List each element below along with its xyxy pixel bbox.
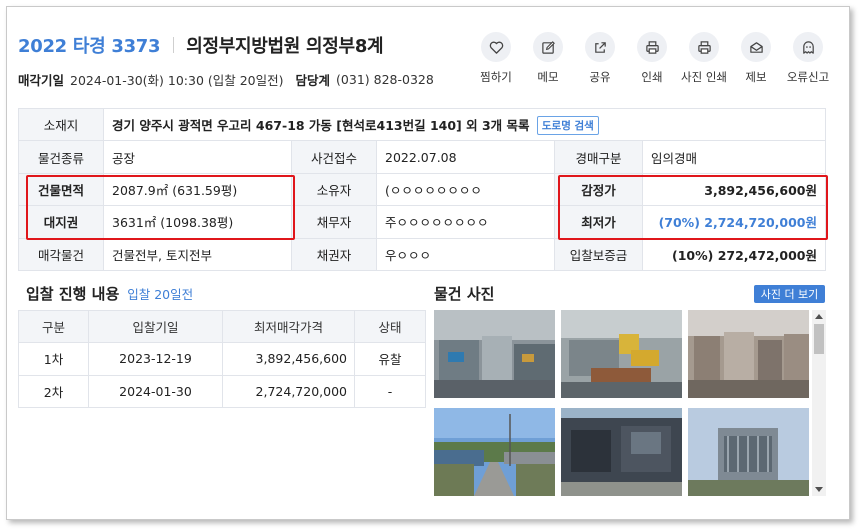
owner-label: 소유자 — [291, 172, 377, 207]
photo-gallery — [434, 310, 826, 496]
bid-price: 2,724,720,000 — [222, 374, 355, 408]
received-value: 2022.07.08 — [376, 140, 555, 174]
manager-label: 담당계 — [295, 73, 331, 88]
court-name: 의정부지방법원 의정부8계 — [186, 36, 384, 57]
bid-days-left: 입찰 20일전 — [127, 287, 194, 302]
price-highlight-box — [558, 175, 828, 240]
error-report-button[interactable]: 오류신고 — [782, 32, 834, 85]
area-highlight-box — [26, 175, 295, 240]
sale-object-label: 매각물건 — [18, 237, 104, 271]
photo-scrollbar[interactable] — [812, 310, 826, 496]
col-date: 입찰기일 — [88, 309, 223, 344]
sale-object-value: 건물전부, 토지전부 — [103, 237, 292, 271]
memo-label: 메모 — [537, 70, 559, 84]
bid-date: 2024-01-30 — [88, 374, 223, 408]
manager-phone: (031) 828-0328 — [336, 72, 434, 87]
favorite-label: 찜하기 — [480, 70, 512, 84]
col-round: 구분 — [18, 309, 89, 344]
type-label: 물건종류 — [18, 140, 104, 174]
auction-date-label: 매각기일 — [18, 73, 65, 88]
property-photo[interactable] — [688, 310, 809, 398]
photo-print-button[interactable]: 사진 인쇄 — [678, 32, 730, 85]
bid-round: 2차 — [18, 374, 89, 408]
favorite-button[interactable]: 찜하기 — [470, 32, 522, 85]
auction-date-value: 2024-01-30(화) 10:30 (입찰 20일전) — [70, 73, 284, 88]
scroll-up-icon[interactable] — [815, 314, 823, 319]
deposit-label: 입찰보증금 — [554, 237, 643, 271]
property-photo[interactable] — [561, 310, 682, 398]
road-name-search-button[interactable]: 도로명 검색 — [536, 115, 599, 135]
bid-history-title: 입찰 진행 내용 — [26, 285, 120, 303]
more-photos-button[interactable]: 사진 더 보기 — [754, 285, 825, 303]
table-row: 1차 2023-12-19 3,892,456,600 유찰 — [18, 342, 426, 376]
debtor-label: 채무자 — [291, 205, 377, 239]
photo-print-label: 사진 인쇄 — [681, 70, 727, 84]
bid-status: - — [354, 374, 426, 408]
creditor-label: 채권자 — [291, 237, 377, 271]
creditor-value: 우ㅇㅇㅇ — [376, 237, 555, 271]
case-number[interactable]: 2022 타경 3373 — [18, 32, 161, 58]
property-photo[interactable] — [434, 310, 555, 398]
print-button[interactable]: 인쇄 — [626, 32, 678, 85]
memo-icon — [533, 32, 563, 62]
col-min-price: 최저매각가격 — [222, 309, 355, 344]
debtor-value: 주ㅇㅇㅇㅇㅇㅇㅇㅇ — [376, 205, 555, 239]
property-photo[interactable] — [688, 408, 809, 496]
type-value: 공장 — [103, 140, 292, 174]
owner-value: (ㅇㅇㅇㅇㅇㅇㅇㅇ — [376, 172, 555, 207]
bid-date: 2023-12-19 — [88, 342, 223, 376]
print-label: 인쇄 — [641, 70, 663, 84]
property-photo[interactable] — [561, 408, 682, 496]
location-value: 경기 양주시 광적면 우고리 467-18 가동 [현석로413번길 140] … — [112, 117, 530, 133]
bid-status: 유찰 — [354, 342, 426, 376]
table-row: 2차 2024-01-30 2,724,720,000 - — [18, 374, 426, 408]
share-button[interactable]: 공유 — [574, 32, 626, 85]
location-cell: 경기 양주시 광적면 우고리 467-18 가동 [현석로413번길 140] … — [103, 107, 826, 142]
action-toolbar: 찜하기 메모 공유 인쇄 사진 인쇄 제보 오류신고 — [470, 32, 834, 85]
property-photo[interactable] — [434, 408, 555, 496]
received-label: 사건접수 — [291, 140, 377, 174]
heart-icon — [481, 32, 511, 62]
bid-price: 3,892,456,600 — [222, 342, 355, 376]
share-label: 공유 — [589, 70, 611, 84]
print-icon — [637, 32, 667, 62]
memo-button[interactable]: 메모 — [522, 32, 574, 85]
auction-type-value: 임의경매 — [642, 140, 826, 174]
photo-print-icon — [689, 32, 719, 62]
auction-type-label: 경매구분 — [554, 140, 643, 174]
mail-icon — [741, 32, 771, 62]
bid-history-title-row: 입찰 진행 내용 입찰 20일전 — [26, 283, 193, 304]
scroll-down-icon[interactable] — [815, 487, 823, 492]
ghost-icon — [793, 32, 823, 62]
report-button[interactable]: 제보 — [730, 32, 782, 85]
col-status: 상태 — [354, 309, 426, 344]
auction-meta: 매각기일 2024-01-30(화) 10:30 (입찰 20일전) 담당계 (… — [18, 70, 434, 89]
scroll-thumb[interactable] — [814, 324, 824, 354]
bid-history-table: 구분 입찰기일 최저매각가격 상태 1차 2023-12-19 3,892,45… — [18, 309, 426, 408]
share-icon — [585, 32, 615, 62]
title-row: 2022 타경 3373 의정부지방법원 의정부8계 — [18, 32, 384, 58]
bid-round: 1차 — [18, 342, 89, 376]
title-divider — [173, 37, 175, 53]
deposit-value: (10%) 272,472,000원 — [642, 237, 826, 271]
location-label: 소재지 — [18, 107, 104, 142]
photos-title: 물건 사진 — [434, 285, 495, 303]
error-report-label: 오류신고 — [786, 70, 830, 84]
bid-history-header: 구분 입찰기일 최저매각가격 상태 — [18, 309, 426, 344]
report-label: 제보 — [745, 70, 767, 84]
